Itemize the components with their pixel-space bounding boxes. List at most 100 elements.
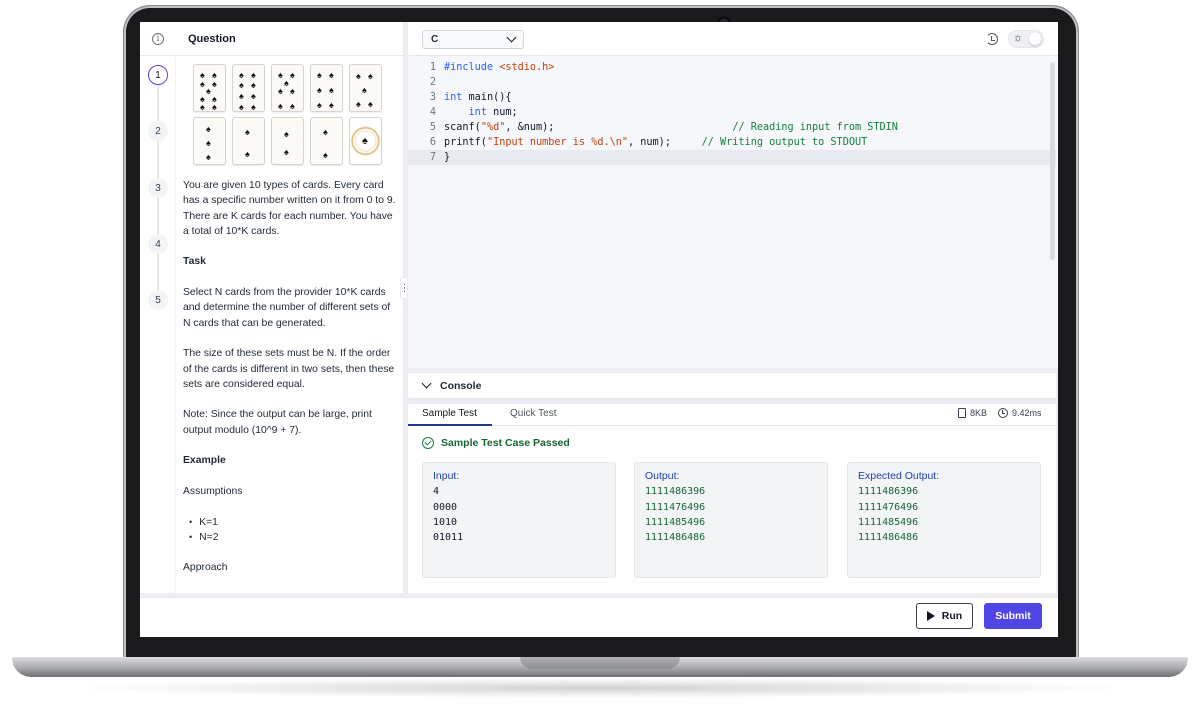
code-token: int xyxy=(444,92,463,103)
input-box: Input: 4 0000 1010 01011 xyxy=(422,462,616,578)
question-panel: i Question 1 2 3 4 5 ♠ ♠ ♠ ♠ ♠ ♠ ♠ ♠ ♠ ♠… xyxy=(140,22,404,593)
status-text: Sample Test Case Passed xyxy=(441,437,570,449)
chevron-down-icon xyxy=(506,32,517,43)
spade-card-icon: ♠ ♠ ♠ ♠ ♠ ♠ ♠ ♠ xyxy=(232,64,265,112)
code-comment: // Reading input from STDIN xyxy=(732,122,898,133)
output-value: 1111485496 xyxy=(645,516,706,528)
note-text: Note: Since the output can be large, pri… xyxy=(183,409,372,436)
task-text: Select N cards from the provider 10*K ca… xyxy=(183,287,391,329)
console-toggle[interactable]: Console xyxy=(408,372,1056,399)
active-tab-indicator xyxy=(408,424,492,426)
action-bar: Run Submit xyxy=(140,597,1058,637)
input-value: 4 xyxy=(433,486,440,498)
code-text: } xyxy=(444,150,450,165)
step-3[interactable]: 3 xyxy=(148,178,168,198)
language-select[interactable]: C xyxy=(422,30,524,49)
line-number: 6 xyxy=(429,137,436,148)
expected-value: 1111486396 xyxy=(858,486,919,498)
code-token: "%d" xyxy=(480,122,506,133)
code-token: num; xyxy=(486,107,518,118)
spade-card-icon: ♠ ♠ ♠ ♠ ♠ ♠ xyxy=(310,64,343,112)
clock-icon xyxy=(998,408,1008,418)
step-4[interactable]: 4 xyxy=(148,234,168,254)
code-text: int main(){ xyxy=(444,90,511,105)
code-text: scanf("%d", &num); // Reading input from… xyxy=(444,120,898,135)
assumptions-list: K=1 N=2 xyxy=(189,515,398,546)
submit-button[interactable]: Submit xyxy=(984,603,1042,629)
step-rail: 1 2 3 4 5 xyxy=(140,56,176,593)
line-number: 4 xyxy=(429,107,436,118)
info-button[interactable]: i xyxy=(140,32,176,45)
code-token: scanf( xyxy=(444,122,481,133)
code-token: } xyxy=(444,152,451,163)
editor-scrollbar[interactable] xyxy=(1050,62,1055,260)
assumption-item: N=2 xyxy=(189,530,398,545)
history-icon[interactable] xyxy=(986,33,998,45)
code-token: #include xyxy=(444,62,494,73)
code-text: printf("Input number is %d.\n", num); //… xyxy=(444,135,867,150)
spade-card-icon: ♠ ♠ ♠ ♠ ♠ xyxy=(349,64,382,112)
output-label: Output: xyxy=(645,470,680,482)
tab-quick-test[interactable]: Quick Test xyxy=(510,408,557,419)
spade-card-icon: ♠ ♠ xyxy=(232,117,265,165)
code-line: 2 xyxy=(408,75,1056,90)
code-area[interactable]: 1 #include <stdio.h> 2 3 int main(){ 4 i… xyxy=(408,56,1058,368)
console-label: Console xyxy=(440,379,482,392)
question-body: ♠ ♠ ♠ ♠ ♠ ♠ ♠ ♠ ♠ ♠ ♠ ♠ ♠ ♠ ♠ ♠ ♠ ♠ ♠ ♠ ♠ ♠ ♠ ♠ xyxy=(183,56,398,593)
output-value: 1111486486 xyxy=(645,532,706,544)
question-title: Question xyxy=(188,32,236,45)
expected-value: 1111476496 xyxy=(858,501,919,513)
question-intro: You are given 10 types of cards. Every c… xyxy=(183,180,396,237)
ace-of-spades-icon: ♠ xyxy=(349,117,382,165)
expected-output-label: Expected Output: xyxy=(858,470,940,482)
output-box: Output: 1111486396 1111476496 1111485496… xyxy=(634,462,828,578)
input-value: 01011 xyxy=(433,532,464,544)
input-label: Input: xyxy=(433,470,460,482)
input-value: 0000 xyxy=(433,501,458,513)
execution-time: 9.42ms xyxy=(998,408,1042,418)
play-icon xyxy=(926,611,935,621)
code-line: 6 printf("Input number is %d.\n", num); … xyxy=(408,135,1056,150)
code-line: 3 int main(){ xyxy=(408,90,1056,105)
output-value: 1111486396 xyxy=(645,486,706,498)
check-circle-icon xyxy=(422,437,434,449)
step-1[interactable]: 1 xyxy=(148,65,168,85)
run-button[interactable]: Run xyxy=(916,603,973,629)
expected-output-box: Expected Output: 1111486396 1111476496 1… xyxy=(847,462,1041,578)
assumptions-heading: Assumptions xyxy=(183,485,243,497)
code-token: main(){ xyxy=(462,92,512,103)
expected-value: 1111486486 xyxy=(858,532,919,544)
sun-icon: ☼ xyxy=(1013,32,1024,44)
memory-value: 8KB xyxy=(970,408,988,418)
expected-value: 1111485496 xyxy=(858,516,919,528)
spade-card-icon: ♠ ♠ xyxy=(310,117,343,165)
theme-toggle[interactable]: ☼ xyxy=(1008,30,1044,48)
code-text: int num; xyxy=(444,105,518,120)
code-token: <stdio.h> xyxy=(499,62,555,73)
size-text: The size of these sets must be N. If the… xyxy=(183,348,395,390)
line-number: 3 xyxy=(429,92,436,103)
line-number: 1 xyxy=(429,62,436,73)
tab-sample-test[interactable]: Sample Test xyxy=(422,408,477,419)
step-2[interactable]: 2 xyxy=(148,121,168,141)
assumption-item: K=1 xyxy=(189,515,398,530)
time-value: 9.42ms xyxy=(1012,408,1042,418)
line-number: 5 xyxy=(429,122,436,133)
example-heading: Example xyxy=(183,455,226,467)
line-number: 7 xyxy=(429,152,436,163)
line-number: 2 xyxy=(429,77,436,88)
output-value: 1111476496 xyxy=(645,501,706,513)
step-5[interactable]: 5 xyxy=(148,290,168,310)
code-text: #include <stdio.h> xyxy=(444,60,554,75)
code-token: "Input number is %d.\n" xyxy=(486,137,629,148)
info-icon: i xyxy=(152,32,164,45)
panel-resize-handle[interactable]: ⋮ xyxy=(400,277,410,299)
spade-card-icon: ♠ ♠ ♠ ♠ ♠ ♠ ♠ ♠ ♠ xyxy=(193,64,226,112)
app-screen: i Question 1 2 3 4 5 ♠ ♠ ♠ ♠ ♠ ♠ ♠ ♠ ♠ ♠… xyxy=(140,22,1058,637)
chevron-down-icon xyxy=(421,378,432,389)
code-editor: C ☼ 1 #include <stdio.h> 2 3 int main(){ xyxy=(408,22,1058,368)
code-token: , &num); xyxy=(505,122,555,133)
run-label: Run xyxy=(941,610,963,622)
code-line-current: 7 } xyxy=(408,150,1056,165)
code-line: 5 scanf("%d", &num); // Reading input fr… xyxy=(408,120,1056,135)
